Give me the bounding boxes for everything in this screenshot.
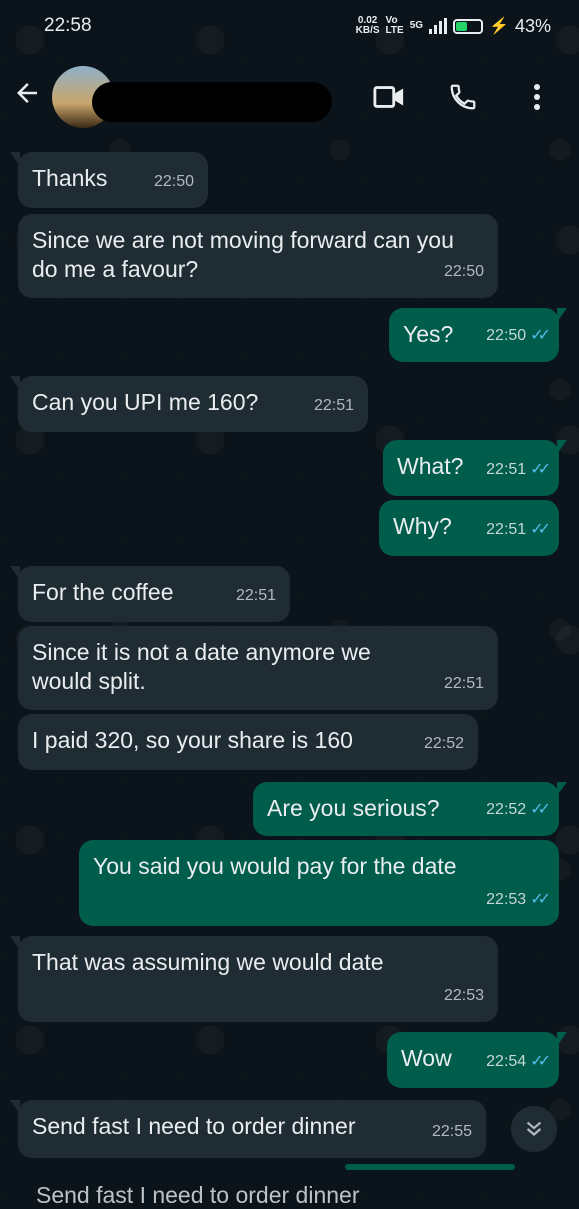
time-label: 22:51 [486,521,527,538]
incoming-message[interactable]: Since it is not a date anymore we would … [18,626,498,710]
incoming-message[interactable]: Can you UPI me 160? 22:51 [10,376,368,432]
message-text: Can you UPI me 160? [32,389,259,415]
time-label: 22:54 [486,1053,527,1070]
net-speed: 0.02 KB/S [356,16,380,36]
message-text: You said you would pay for the date [93,853,457,879]
message-time: 22:51 ✓✓ [486,515,551,544]
message-text: That was assuming we would date [32,949,384,975]
incoming-message[interactable]: I paid 320, so your share is 160 22:52 [18,714,478,770]
time-label: 22:50 [153,173,194,190]
phone-icon[interactable] [447,81,479,113]
message-time: 22:53 [444,981,484,1010]
message-time: 22:52 ✓✓ [486,795,551,824]
message-text: I paid 320, so your share is 160 [32,727,353,753]
read-ticks-icon: ✓✓ [530,891,551,908]
message-text: Why? [393,513,452,539]
lte-label: LTE [385,25,404,36]
outgoing-message[interactable]: What? 22:51 ✓✓ [383,440,567,496]
scroll-to-bottom-button[interactable] [511,1106,557,1152]
contact-name-redacted[interactable] [92,82,332,122]
outgoing-message[interactable]: Wow 22:54 ✓✓ [387,1032,567,1088]
outgoing-message[interactable]: Are you serious? 22:52 ✓✓ [253,782,567,836]
message-time: 22:51 ✓✓ [486,455,551,484]
message-time: 22:51 [444,669,484,698]
time-label: 22:50 [486,327,527,344]
incoming-message[interactable]: Thanks 22:50 [10,152,208,208]
charging-icon: ⚡ [489,18,509,35]
incoming-message[interactable]: That was assuming we would date 22:53 [10,936,498,1022]
message-list[interactable]: Thanks 22:50 Since we are not moving for… [0,142,579,1208]
message-time: 22:51 [236,581,276,610]
battery-percent: 43% [514,15,551,36]
time-label: 22:51 [486,461,527,478]
network-type: 5G [409,20,424,31]
status-icons: 0.02 KB/S Vo LTE 5G ⚡ 43% [356,16,551,37]
chat-header [0,52,579,142]
outgoing-message-partial [345,1164,515,1170]
message-time: 22:50 [444,257,484,286]
time-label: 22:53 [486,891,527,908]
read-ticks-icon: ✓✓ [530,1053,551,1070]
read-ticks-icon: ✓✓ [530,327,551,344]
signal-icon [429,18,448,34]
battery-icon [453,18,484,34]
message-time: 22:50 [154,167,194,196]
message-text: Since it is not a date anymore we would … [32,639,371,694]
status-time: 22:58 [44,15,92,36]
net-speed-unit: KB/S [355,25,380,36]
read-ticks-icon: ✓✓ [530,461,551,478]
message-text: Are you serious? [267,795,440,821]
header-actions [373,81,567,113]
message-time: 22:50 ✓✓ [486,321,551,350]
volte-indicator: Vo LTE [386,16,404,36]
message-text: Wow [401,1045,452,1071]
status-bar: 22:58 0.02 KB/S Vo LTE 5G ⚡ 43% [0,0,579,52]
message-time: 22:54 ✓✓ [486,1047,551,1076]
outgoing-message[interactable]: Why? 22:51 ✓✓ [379,500,559,556]
message-text: Thanks [32,165,108,191]
arrow-left-icon[interactable] [12,78,48,116]
time-label: 22:50 [443,263,484,280]
double-chevron-down-icon [526,1121,542,1136]
read-ticks-icon: ✓✓ [530,521,551,538]
incoming-message[interactable]: For the coffee 22:51 [10,566,290,622]
time-label: 22:53 [443,987,484,1004]
read-ticks-icon: ✓✓ [530,801,551,818]
time-label: 22:51 [313,397,354,414]
time-label: 22:51 [443,675,484,692]
message-text: Yes? [403,321,454,347]
more-vert-icon[interactable] [521,81,553,113]
time-label: 22:52 [486,801,527,818]
incoming-message[interactable]: Send fast I need to order dinner 22:55 [10,1100,486,1158]
message-text: What? [397,453,464,479]
outgoing-message[interactable]: You said you would pay for the date 22:5… [79,840,559,926]
outgoing-message[interactable]: Yes? 22:50 ✓✓ [389,308,567,362]
time-label: 22:52 [423,735,464,752]
message-time: 22:55 [432,1117,472,1146]
duplicate-message-partial: Send fast I need to order dinner [36,1182,360,1208]
video-call-icon[interactable] [373,81,405,113]
message-text: Send fast I need to order dinner [32,1113,356,1139]
incoming-message[interactable]: Since we are not moving forward can you … [18,214,498,298]
message-text: Since we are not moving forward can you … [32,227,454,282]
message-time: 22:53 ✓✓ [486,885,551,914]
message-time: 22:52 [424,729,464,758]
message-text: For the coffee [32,579,174,605]
time-label: 22:51 [235,587,276,604]
time-label: 22:55 [431,1123,472,1140]
message-time: 22:51 [314,391,354,420]
